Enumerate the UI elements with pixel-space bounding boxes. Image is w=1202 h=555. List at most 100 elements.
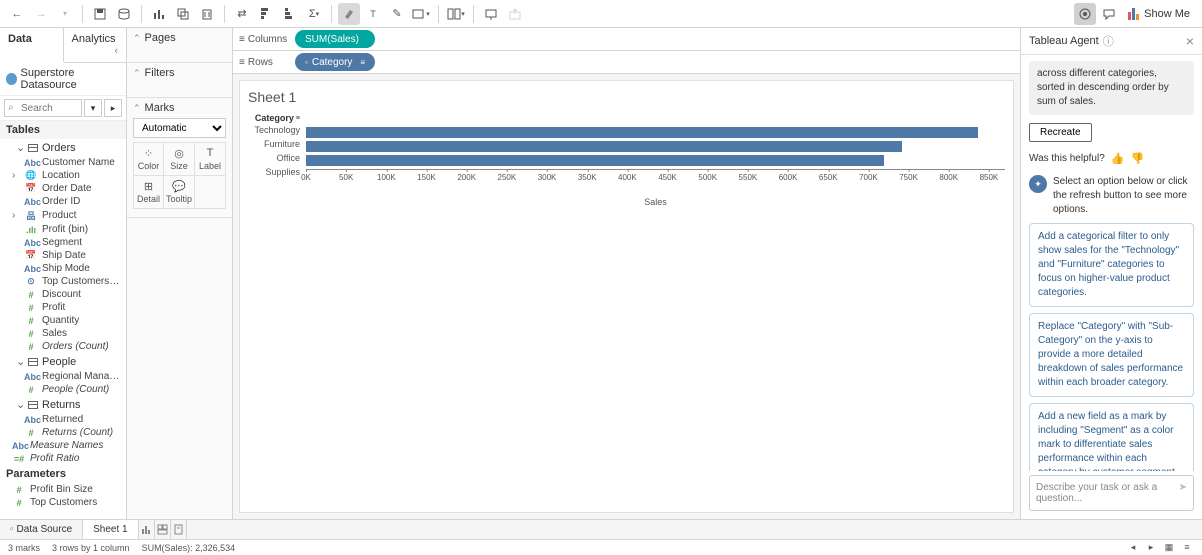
columns-shelf[interactable]: SUM(Sales) — [291, 28, 1020, 50]
new-worksheet-button[interactable] — [148, 3, 170, 25]
rows-pill-category[interactable]: ▫Category≡ — [295, 53, 375, 71]
marks-shelf: ⌃Marks Automatic ⁘Color◎SizeTLabel⊞Detai… — [127, 98, 232, 218]
new-datasource-button[interactable] — [113, 3, 135, 25]
field-top-customers-by-p-[interactable]: ⊙Top Customers by P... — [0, 275, 126, 288]
show-me-icon — [1128, 8, 1140, 20]
totals-button[interactable]: Σ▾ — [303, 3, 325, 25]
marks-size[interactable]: ◎Size — [164, 143, 195, 176]
fit-button[interactable]: ▾ — [410, 3, 432, 25]
param-top-customers[interactable]: #Top Customers — [0, 496, 126, 509]
status-marks: 3 marks — [8, 543, 40, 553]
field-customer-name[interactable]: AbcCustomer Name — [0, 156, 126, 169]
marks-detail[interactable]: ⊞Detail — [134, 176, 164, 208]
sort-desc-button[interactable] — [279, 3, 301, 25]
field-orders-count-[interactable]: #Orders (Count) — [0, 340, 126, 353]
field-regional-manager[interactable]: AbcRegional Manager — [0, 370, 126, 383]
status-prev-button[interactable]: ◂ — [1126, 542, 1140, 553]
status-grid-button[interactable]: ▦ — [1162, 542, 1176, 553]
mark-type-select[interactable]: Automatic — [133, 118, 226, 138]
field-quantity[interactable]: #Quantity — [0, 314, 126, 327]
thumbs-down-button[interactable]: 👎 — [1130, 152, 1144, 165]
chat-input[interactable]: Describe your task or ask a question... … — [1029, 475, 1194, 511]
helpful-label: Was this helpful? — [1029, 153, 1105, 164]
marks-tooltip[interactable]: 💬Tooltip — [164, 176, 195, 208]
new-dashboard-tab-button[interactable] — [155, 520, 171, 539]
status-sum: SUM(Sales): 2,326,534 — [142, 543, 236, 553]
bar-row[interactable] — [306, 153, 1005, 167]
field-people-count-[interactable]: #People (Count) — [0, 383, 126, 396]
marks-color[interactable]: ⁘Color — [134, 143, 164, 176]
label-button[interactable]: T — [362, 3, 384, 25]
thumbs-up-button[interactable]: 👍 — [1111, 152, 1125, 165]
field-profit-ratio[interactable]: =#Profit Ratio — [0, 452, 126, 465]
new-worksheet-tab-button[interactable] — [139, 520, 155, 539]
rows-shelf[interactable]: ▫Category≡ — [291, 51, 1020, 73]
field-measure-names[interactable]: AbcMeasure Names — [0, 439, 126, 452]
agent-option-1[interactable]: Add a categorical filter to only show sa… — [1029, 223, 1194, 307]
filter-fields-button[interactable]: ▾ — [84, 99, 102, 117]
view-options-button[interactable]: ▸ — [104, 99, 122, 117]
status-bar: 3 marks 3 rows by 1 column SUM(Sales): 2… — [0, 539, 1202, 555]
info-icon[interactable]: ⓘ — [1103, 33, 1114, 49]
save-button[interactable] — [89, 3, 111, 25]
field-discount[interactable]: #Discount — [0, 288, 126, 301]
marks-label[interactable]: TLabel — [195, 143, 225, 176]
columns-label: ≡ Columns — [233, 31, 291, 48]
swap-button[interactable]: ⇄ — [231, 3, 253, 25]
status-list-button[interactable]: ≡ — [1180, 542, 1194, 553]
param-profit-bin-size[interactable]: #Profit Bin Size — [0, 483, 126, 496]
show-me-button[interactable]: Show Me — [1122, 6, 1196, 22]
field-order-id[interactable]: AbcOrder ID — [0, 195, 126, 208]
show-cards-button[interactable]: ▾ — [445, 3, 467, 25]
tab-analytics[interactable]: Analytics‹ — [64, 28, 127, 62]
bar-row[interactable] — [306, 125, 1005, 139]
field-product[interactable]: ›品Product — [0, 208, 126, 223]
recreate-button[interactable]: Recreate — [1029, 123, 1092, 142]
tab-data[interactable]: Data — [0, 28, 64, 63]
comment-button[interactable] — [1098, 3, 1120, 25]
back-button[interactable]: ← — [6, 3, 28, 25]
highlight-button[interactable] — [338, 3, 360, 25]
data-guide-button[interactable] — [1074, 3, 1096, 25]
agent-option-2[interactable]: Replace "Category" with "Sub-Category" o… — [1029, 313, 1194, 397]
field-order-date[interactable]: 📅Order Date — [0, 182, 126, 195]
share-button[interactable] — [504, 3, 526, 25]
send-icon[interactable]: ➤ — [1179, 482, 1187, 493]
datasource-item[interactable]: Superstore Datasource — [0, 63, 126, 95]
table-people[interactable]: ⌄People — [0, 353, 126, 370]
field-returned[interactable]: AbcReturned — [0, 413, 126, 426]
agent-option-3[interactable]: Add a new field as a mark by including "… — [1029, 403, 1194, 471]
table-returns[interactable]: ⌄Returns — [0, 396, 126, 413]
sheet-title[interactable]: Sheet 1 — [248, 89, 1005, 105]
x-axis: 0K50K100K150K200K250K300K350K400K450K500… — [306, 169, 1005, 185]
forward-button[interactable]: → — [30, 3, 52, 25]
clear-button[interactable] — [196, 3, 218, 25]
field-segment[interactable]: AbcSegment — [0, 236, 126, 249]
filters-shelf[interactable]: ⌃Filters — [127, 63, 232, 98]
pages-shelf[interactable]: ⌃Pages — [127, 28, 232, 63]
presentation-button[interactable] — [480, 3, 502, 25]
data-pane: Data Analytics‹ Superstore Datasource ⌕ … — [0, 28, 127, 519]
duplicate-button[interactable] — [172, 3, 194, 25]
sheet-1-tab[interactable]: Sheet 1 — [83, 520, 138, 539]
close-panel-button[interactable]: × — [1186, 33, 1194, 49]
shelves-pane: ⌃Pages ⌃Filters ⌃Marks Automatic ⁘Color◎… — [127, 28, 233, 519]
table-orders[interactable]: ⌄Orders — [0, 139, 126, 156]
field-profit-bin-[interactable]: .ılıProfit (bin) — [0, 223, 126, 236]
columns-pill-sum-sales[interactable]: SUM(Sales) — [295, 30, 375, 48]
forward-menu[interactable]: ▾ — [54, 3, 76, 25]
new-story-tab-button[interactable] — [171, 520, 187, 539]
search-input[interactable] — [4, 99, 82, 117]
bar-row[interactable] — [306, 139, 1005, 153]
field-location[interactable]: ›🌐Location — [0, 169, 126, 182]
field-sales[interactable]: #Sales — [0, 327, 126, 340]
status-next-button[interactable]: ▸ — [1144, 542, 1158, 553]
category-axis-header: Category≡ — [248, 113, 306, 123]
field-ship-date[interactable]: 📅Ship Date — [0, 249, 126, 262]
field-ship-mode[interactable]: AbcShip Mode — [0, 262, 126, 275]
data-source-tab[interactable]: ▫Data Source — [0, 520, 83, 539]
sort-asc-button[interactable] — [255, 3, 277, 25]
field-profit[interactable]: #Profit — [0, 301, 126, 314]
format-button[interactable]: ✎ — [386, 3, 408, 25]
field-returns-count-[interactable]: #Returns (Count) — [0, 426, 126, 439]
